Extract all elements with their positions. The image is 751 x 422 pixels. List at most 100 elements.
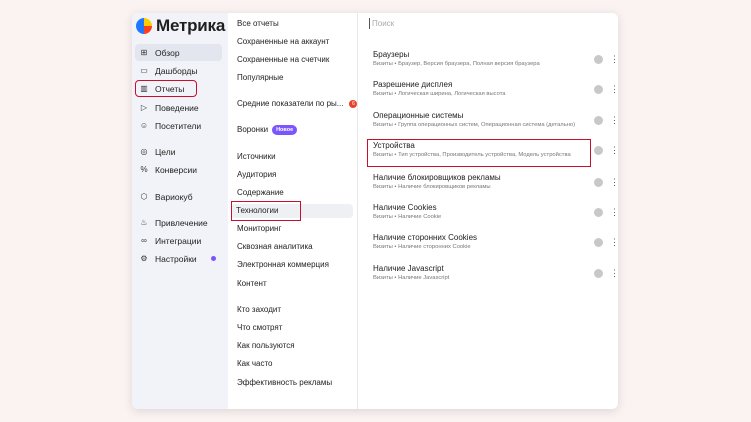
user-icon: ☺: [139, 121, 149, 130]
more-icon[interactable]: ⋮: [610, 116, 618, 125]
report-actions: ⋮: [594, 146, 618, 155]
report-actions: ⋮: [594, 85, 618, 94]
report-item[interactable]: Разрешение дисплея Визиты • Логическая ш…: [367, 79, 591, 105]
report-title: Наличие блокировщиков рекламы: [373, 173, 501, 182]
report-title: Операционные системы: [373, 111, 464, 120]
new-badge: Новое: [272, 124, 298, 135]
notification-dot: [211, 256, 216, 261]
category-end-to-end[interactable]: Сквозная аналитика: [237, 240, 313, 254]
bar-chart-icon: ▥: [140, 84, 148, 93]
flame-icon: ♨: [140, 218, 148, 227]
report-item-devices[interactable]: Устройства Визиты • Тип устройства, Прои…: [367, 139, 591, 167]
category-ad-effectiveness[interactable]: Эффективность рекламы: [237, 376, 332, 390]
sidebar-item-behavior[interactable]: ▷ Поведение: [135, 99, 222, 116]
sidebar-item-label: Цели: [155, 146, 176, 157]
category-audience[interactable]: Аудитория: [237, 168, 276, 182]
more-icon[interactable]: ⋮: [610, 146, 618, 155]
dashboard-icon: ▭: [140, 66, 148, 75]
grid-icon: ⊞: [140, 48, 148, 57]
report-item[interactable]: Наличие Javascript Визиты • Наличие Java…: [367, 263, 591, 289]
report-actions: ⋮: [594, 238, 618, 247]
gear-icon: ⚙: [140, 254, 148, 263]
report-item[interactable]: Наличие блокировщиков рекламы Визиты • Н…: [367, 172, 591, 198]
sidebar-item-conversions[interactable]: % Конверсии: [135, 161, 222, 178]
report-subtitle: Визиты • Логическая ширина, Логическая в…: [373, 91, 506, 97]
report-actions: ⋮: [594, 269, 618, 278]
category-who-visits[interactable]: Кто заходит: [237, 303, 281, 317]
report-actions: ⋮: [594, 55, 618, 64]
category-all-reports[interactable]: Все отчеты: [237, 17, 279, 31]
play-icon: ▷: [140, 103, 148, 112]
pin-icon[interactable]: [594, 55, 603, 64]
sidebar-item-label: Обзор: [155, 47, 180, 58]
sidebar: Метрика ⊞ Обзор ▭ Дашборды ▥ Отчеты ▷ По…: [132, 13, 228, 409]
category-label: Воронки: [237, 125, 269, 134]
category-sources[interactable]: Источники: [237, 150, 276, 164]
category-how-used[interactable]: Как пользуются: [237, 339, 295, 353]
percent-icon: %: [140, 165, 148, 174]
sidebar-item-reports[interactable]: ▥ Отчеты: [135, 80, 197, 97]
category-ecommerce[interactable]: Электронная коммерция: [237, 258, 329, 272]
sidebar-item-label: Дашборды: [155, 65, 198, 76]
more-icon[interactable]: ⋮: [610, 55, 618, 64]
category-saved-account[interactable]: Сохраненные на аккаунт: [237, 35, 329, 49]
sidebar-item-overview[interactable]: ⊞ Обзор: [135, 44, 222, 61]
pin-icon[interactable]: [594, 238, 603, 247]
link-icon: ∞: [141, 236, 147, 245]
sidebar-item-label: Привлечение: [155, 217, 208, 228]
reports-list: Поиск Браузеры Визиты • Браузер, Версия …: [359, 13, 618, 409]
pin-icon[interactable]: [594, 146, 603, 155]
sidebar-item-integrations[interactable]: ∞ Интеграции: [135, 232, 222, 249]
more-icon[interactable]: ⋮: [610, 85, 618, 94]
report-actions: ⋮: [594, 116, 618, 125]
report-actions: ⋮: [594, 208, 618, 217]
report-subtitle: Визиты • Тип устройства, Производитель у…: [373, 152, 571, 158]
category-popular[interactable]: Популярные: [237, 71, 283, 85]
category-saved-counter[interactable]: Сохраненные на счетчик: [237, 53, 329, 67]
category-monitoring[interactable]: Мониторинг: [237, 222, 281, 236]
report-item[interactable]: Наличие Cookies Визиты • Наличие Cookie: [367, 202, 591, 228]
count-badge: 6: [349, 99, 358, 108]
category-content[interactable]: Содержание: [237, 186, 284, 200]
more-icon[interactable]: ⋮: [610, 178, 618, 187]
pin-icon[interactable]: [594, 178, 603, 187]
sidebar-item-visitors[interactable]: ☺ Посетители: [135, 117, 222, 134]
report-title: Наличие сторонних Cookies: [373, 233, 478, 242]
report-subtitle: Визиты • Наличие блокировщиков рекламы: [373, 184, 491, 190]
sidebar-item-settings[interactable]: ⚙ Настройки: [135, 250, 222, 267]
category-funnels[interactable]: Воронки Новое: [237, 123, 298, 137]
report-item[interactable]: Операционные системы Визиты • Группа опе…: [367, 110, 591, 136]
report-item[interactable]: Браузеры Визиты • Браузер, Версия браузе…: [367, 49, 591, 75]
report-subtitle: Визиты • Браузер, Версия браузера, Полна…: [373, 61, 540, 67]
metrika-logo-icon: [136, 18, 152, 34]
category-content-2[interactable]: Контент: [237, 277, 267, 291]
report-item[interactable]: Наличие сторонних Cookies Визиты • Налич…: [367, 232, 591, 258]
category-how-often[interactable]: Как часто: [237, 357, 272, 371]
sidebar-item-label: Отчеты: [155, 83, 185, 94]
report-title: Устройства: [373, 141, 415, 150]
target-icon: ◎: [140, 147, 148, 156]
category-technologies[interactable]: Технологии: [231, 201, 353, 221]
pin-icon[interactable]: [594, 269, 603, 278]
sidebar-item-acquisition[interactable]: ♨ Привлечение: [135, 214, 222, 231]
category-what-viewed[interactable]: Что смотрят: [237, 321, 282, 335]
sidebar-item-variocube[interactable]: ⬡ Вариокуб: [135, 188, 222, 205]
report-subtitle: Визиты • Наличие Cookie: [373, 214, 442, 220]
pin-icon[interactable]: [594, 116, 603, 125]
sidebar-item-dashboards[interactable]: ▭ Дашборды: [135, 62, 222, 79]
more-icon[interactable]: ⋮: [610, 269, 618, 278]
search-input[interactable]: Поиск: [369, 18, 394, 29]
logo[interactable]: Метрика: [136, 16, 225, 36]
pin-icon[interactable]: [594, 208, 603, 217]
category-averages[interactable]: Средние показатели по ры... 6: [237, 97, 358, 111]
more-icon[interactable]: ⋮: [610, 238, 618, 247]
report-title: Наличие Cookies: [373, 203, 437, 212]
category-label: Технологии: [231, 201, 301, 221]
app-title: Метрика: [156, 16, 226, 35]
pin-icon[interactable]: [594, 85, 603, 94]
cube-icon: ⬡: [140, 192, 148, 201]
sidebar-item-goals[interactable]: ◎ Цели: [135, 143, 222, 160]
more-icon[interactable]: ⋮: [610, 208, 618, 217]
report-subtitle: Визиты • Наличие сторонних Cookie: [373, 244, 471, 250]
report-title: Разрешение дисплея: [373, 80, 453, 89]
